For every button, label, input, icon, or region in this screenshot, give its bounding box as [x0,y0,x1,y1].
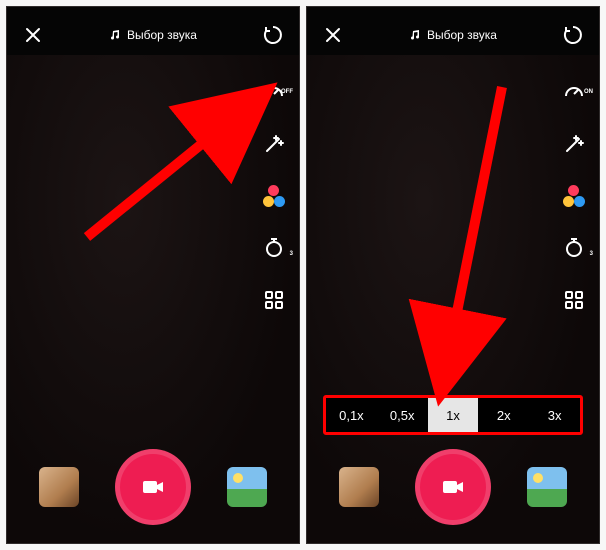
speed-option-selected[interactable]: 1x [428,398,479,432]
music-note-icon [109,29,121,41]
flip-camera-button[interactable] [261,23,285,47]
sound-picker[interactable]: Выбор звука [109,28,197,42]
wand-icon [562,132,586,156]
flip-camera-button[interactable] [561,23,585,47]
close-button[interactable] [21,23,45,47]
close-button[interactable] [321,23,345,47]
bottom-bar [307,449,599,525]
record-button[interactable] [415,449,491,525]
camera-icon [439,473,467,501]
wand-icon [262,132,286,156]
speedometer-icon [562,80,586,104]
timer-tool[interactable]: 3 [259,233,289,263]
sound-label: Выбор звука [427,28,497,42]
speed-badge: OFF [281,89,293,95]
speed-badge: ON [584,89,593,95]
timer-badge: 3 [290,251,293,257]
filters-tool[interactable] [559,181,589,211]
top-bar: Выбор звука [7,7,299,55]
upload-button[interactable] [527,467,567,507]
screen-before: Выбор звука OFF 3 [6,6,300,544]
grid-icon [564,290,584,310]
camera-icon [139,473,167,501]
top-bar: Выбор звука [307,7,599,55]
music-note-icon [409,29,421,41]
speed-option[interactable]: 3x [529,398,580,432]
sound-label: Выбор звука [127,28,197,42]
more-tools[interactable] [559,285,589,315]
sound-picker[interactable]: Выбор звука [409,28,497,42]
timer-icon [262,236,286,260]
speed-option[interactable]: 0,5x [377,398,428,432]
filters-icon [563,185,585,207]
bottom-bar [7,449,299,525]
speed-option[interactable]: 0,1x [326,398,377,432]
screen-after: Выбор звука ON 3 0,1x 0,5x 1x 2x 3x [306,6,600,544]
beauty-tool[interactable] [559,129,589,159]
speed-option[interactable]: 2x [478,398,529,432]
effects-button[interactable] [339,467,379,507]
timer-badge: 3 [590,251,593,257]
timer-tool[interactable]: 3 [559,233,589,263]
grid-icon [264,290,284,310]
filters-tool[interactable] [259,181,289,211]
flip-icon [262,24,284,46]
beauty-tool[interactable] [259,129,289,159]
close-icon [25,27,41,43]
filters-icon [263,185,285,207]
close-icon [325,27,341,43]
record-button[interactable] [115,449,191,525]
upload-button[interactable] [227,467,267,507]
timer-icon [562,236,586,260]
effects-button[interactable] [39,467,79,507]
speed-tool[interactable]: OFF [259,77,289,107]
speed-selector: 0,1x 0,5x 1x 2x 3x [323,395,583,435]
side-toolbar: ON 3 [559,77,589,315]
side-toolbar: OFF 3 [259,77,289,315]
more-tools[interactable] [259,285,289,315]
flip-icon [562,24,584,46]
speed-tool[interactable]: ON [559,77,589,107]
